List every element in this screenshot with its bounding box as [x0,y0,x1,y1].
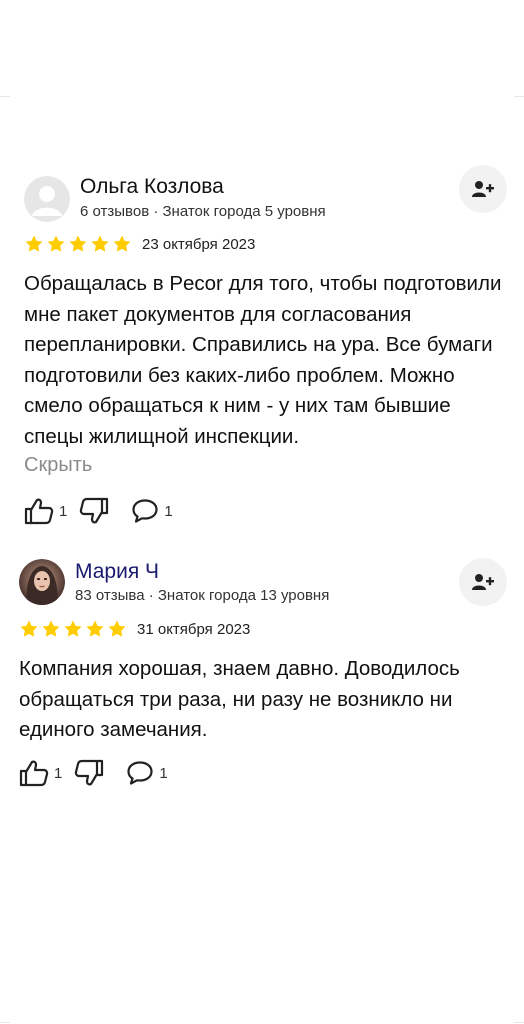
review-date: 23 октября 2023 [142,235,256,253]
star-icon [86,620,104,637]
review-actions: 1 1 [19,759,180,787]
star-rating [19,619,127,639]
star-icon [69,235,87,252]
star-icon [64,620,82,637]
comment-count: 1 [159,764,168,782]
add-user-icon [472,574,494,590]
author-name[interactable]: Мария Ч [75,560,159,584]
like-count: 1 [59,502,68,520]
user-photo-avatar[interactable] [19,559,65,605]
comment-count: 1 [164,502,173,520]
star-icon [42,620,60,637]
star-icon [108,620,126,637]
review-actions: 1 1 [24,497,185,525]
collapse-link[interactable]: Скрыть [24,454,92,477]
star-icon [113,235,131,252]
author-meta: 6 отзывов · Знаток города 5 уровня [80,203,326,220]
review-text: Обращалась в Pecor для того, чтобы подго… [24,272,502,448]
comment-icon [127,761,153,785]
author-name[interactable]: Ольга Козлова [80,175,224,199]
star-icon [25,235,43,252]
add-user-icon [472,181,494,197]
comment-button[interactable]: 1 [131,498,173,524]
review-date: 31 октября 2023 [137,620,251,638]
thumbs-down-icon [80,497,109,524]
edge-divider [514,1022,524,1023]
like-button[interactable]: 1 [24,497,67,525]
comment-button[interactable]: 1 [126,760,168,786]
author-meta: 83 отзыва · Знаток города 13 уровня [75,587,330,604]
thumbs-up-icon [19,760,49,787]
star-icon [91,235,109,252]
comment-icon [132,499,158,523]
review-text: Компания хорошая, знаем давно. Доводилос… [19,657,460,741]
rating-row: 31 октября 2023 [19,619,250,639]
like-button[interactable]: 1 [19,759,62,787]
subscribe-button[interactable] [459,558,507,606]
edge-divider [0,1022,10,1023]
rating-row: 23 октября 2023 [24,234,255,254]
dislike-button[interactable] [79,497,109,525]
thumbs-up-icon [24,498,54,525]
like-count: 1 [54,764,63,782]
edge-divider [0,96,10,97]
star-icon [20,620,38,637]
star-icon [47,235,65,252]
subscribe-button[interactable] [459,165,507,213]
edge-divider [514,96,524,97]
thumbs-down-icon [75,759,104,786]
star-rating [24,234,132,254]
default-avatar-icon[interactable] [24,176,70,222]
dislike-button[interactable] [74,759,104,787]
